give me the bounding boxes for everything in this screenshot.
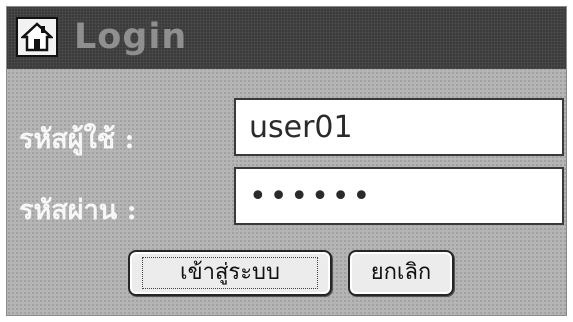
login-dialog: Login รหัสผู้ใช้ : รหัสผ่าน : เข้าสู่ระบ… (6, 6, 567, 316)
window-title: Login (74, 17, 188, 57)
titlebar: Login (7, 7, 566, 69)
login-button-label: เข้าสู่ระบบ (142, 257, 318, 289)
username-field[interactable] (234, 98, 564, 156)
password-field[interactable] (234, 167, 564, 225)
login-button[interactable]: เข้าสู่ระบบ (128, 250, 332, 296)
cancel-button[interactable]: ยกเลิก (348, 250, 454, 296)
password-label: รหัสผ่าน : (19, 195, 137, 226)
home-icon (16, 17, 58, 57)
username-label: รหัสผู้ใช้ : (19, 124, 135, 155)
